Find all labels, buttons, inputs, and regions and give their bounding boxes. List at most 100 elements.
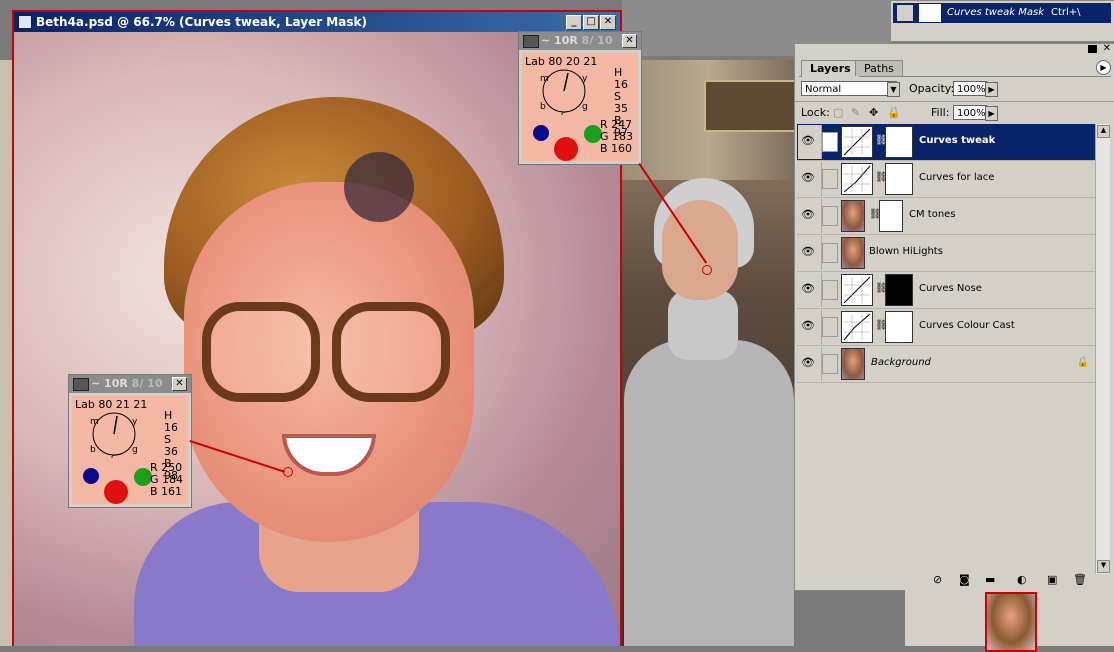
new-set-icon[interactable]: ▬ bbox=[985, 573, 995, 586]
chain-icon[interactable]: ⛓ bbox=[875, 283, 888, 297]
blend-mode-select[interactable]: Normal bbox=[801, 81, 897, 96]
dial-label-y: y bbox=[132, 417, 138, 427]
sampler-2-point[interactable] bbox=[283, 467, 293, 477]
chain-icon[interactable]: ⛓ bbox=[875, 172, 888, 186]
document-title: Beth4a.psd @ 66.7% (Curves tweak, Layer … bbox=[36, 15, 367, 29]
visibility-eye-icon[interactable]: 👁 bbox=[801, 320, 817, 331]
lock-move-icon[interactable]: ✥ bbox=[869, 106, 878, 119]
saturation-value: S 36 bbox=[164, 433, 178, 458]
layer-row-cm-tones[interactable]: 👁 ⛓ CM tones bbox=[797, 198, 1095, 235]
chevron-down-icon[interactable]: ▼ bbox=[887, 82, 900, 97]
sampler-title-bar[interactable]: ~ 10R 8/ 10 ✕ bbox=[69, 375, 191, 393]
lock-label: Lock: bbox=[801, 106, 830, 119]
layer-name: Curves tweak bbox=[919, 135, 996, 146]
trash-icon[interactable]: 🗑 bbox=[1073, 573, 1087, 586]
tab-layers[interactable]: Layers bbox=[801, 60, 860, 77]
red-swatch bbox=[104, 480, 128, 504]
fill-field[interactable]: 100% bbox=[953, 105, 987, 120]
lock-transparency-icon[interactable]: ▢ bbox=[833, 106, 843, 119]
visibility-eye-icon[interactable]: 👁 bbox=[801, 283, 817, 294]
dial-label-b: b bbox=[540, 102, 546, 112]
color-sampler-panel-2[interactable]: ~ 10R 8/ 10 ✕ Lab 80 21 21 m y b c g H 1… bbox=[68, 374, 192, 508]
layer-mask-thumbnail[interactable] bbox=[885, 311, 913, 343]
link-box[interactable] bbox=[822, 317, 838, 337]
layer-list[interactable]: 👁 ⛓ Curves tweak 👁 ⛓ Curves for lace 👁 ⛓ bbox=[797, 124, 1095, 572]
document-title-bar[interactable]: Beth4a.psd @ 66.7% (Curves tweak, Layer … bbox=[14, 12, 620, 32]
layers-panel-titlebar[interactable]: ✕ bbox=[795, 44, 1114, 56]
close-icon[interactable]: ✕ bbox=[622, 34, 637, 48]
sampler-title-bar[interactable]: ~ 10R 8/ 10 ✕ bbox=[519, 32, 641, 50]
layers-scrollbar[interactable]: ▲ ▼ bbox=[1095, 124, 1110, 574]
layer-mask-thumbnail[interactable] bbox=[885, 126, 913, 158]
layers-footer: ⊘ ◙ ▬ ◐ ▣ 🗑 bbox=[795, 572, 1114, 588]
navigator-panel[interactable] bbox=[905, 590, 1114, 652]
layer-row-curves-nose[interactable]: 👁 ⛓ Curves Nose bbox=[797, 272, 1095, 309]
visibility-eye-icon[interactable]: 👁 bbox=[801, 172, 817, 183]
layers-panel[interactable]: ✕ Layers Paths ▶ Normal ▼ Opacity: 100% … bbox=[794, 43, 1114, 591]
curves-thumbnail-icon bbox=[841, 126, 873, 158]
minimize-button[interactable]: _ bbox=[566, 15, 582, 30]
maximize-button[interactable]: □ bbox=[583, 15, 599, 30]
lock-icon: 🔒 bbox=[1076, 357, 1089, 368]
adjustment-layer-icon[interactable]: ◐ bbox=[1017, 573, 1027, 586]
layer-name: Curves Colour Cast bbox=[919, 320, 1015, 331]
layer-row-background[interactable]: 👁 Background 🔒 bbox=[797, 346, 1095, 383]
sampler-1-point[interactable] bbox=[702, 265, 712, 275]
link-box[interactable] bbox=[822, 243, 838, 263]
close-button[interactable]: ✕ bbox=[600, 15, 616, 30]
lock-paint-icon[interactable]: ✎ bbox=[851, 106, 860, 119]
photo-thumbnail bbox=[841, 200, 865, 232]
navigator-thumbnail[interactable] bbox=[985, 592, 1037, 652]
link-box[interactable] bbox=[822, 354, 838, 374]
visibility-eye-icon[interactable]: 👁 bbox=[801, 135, 817, 146]
opacity-field[interactable]: 100% bbox=[953, 81, 987, 96]
panel-menu-icon[interactable]: ▶ bbox=[1096, 60, 1111, 75]
visibility-eye-icon[interactable]: 👁 bbox=[801, 246, 817, 257]
mask-channel-name: Curves tweak Mask bbox=[947, 7, 1044, 18]
blue-swatch bbox=[533, 125, 549, 141]
layer-mask-thumbnail[interactable] bbox=[885, 163, 913, 195]
curves-thumbnail-icon bbox=[841, 311, 873, 343]
hue-dial: m y b c g bbox=[540, 69, 588, 115]
scroll-up-arrow[interactable]: ▲ bbox=[1097, 125, 1110, 138]
eyedropper-icon bbox=[73, 378, 89, 391]
layer-row-blown-hilights[interactable]: 👁 Blown HiLights bbox=[797, 235, 1095, 272]
layer-mask-thumbnail[interactable] bbox=[879, 200, 903, 232]
layer-mask-thumbnail[interactable] bbox=[885, 274, 913, 306]
link-box[interactable] bbox=[822, 206, 838, 226]
hue-value: H 16 bbox=[614, 66, 628, 91]
visibility-eye-icon[interactable]: 👁 bbox=[801, 209, 817, 220]
chain-icon[interactable]: ⛓ bbox=[875, 135, 888, 149]
visibility-eye-icon[interactable]: 👁 bbox=[801, 357, 817, 368]
color-sampler-panel-1[interactable]: ~ 10R 8/ 10 ✕ Lab 80 20 21 m y b c g H 1… bbox=[518, 31, 642, 165]
minimize-icon[interactable] bbox=[1088, 45, 1097, 53]
chevron-right-icon[interactable]: ▶ bbox=[985, 106, 998, 121]
dial-label-m: m bbox=[90, 417, 99, 427]
channels-panel-fragment[interactable]: Curves tweak Mask Ctrl+\ bbox=[890, 0, 1114, 42]
chain-icon[interactable]: ⛓ bbox=[875, 320, 888, 334]
reference-photo-window bbox=[622, 60, 798, 646]
layer-row-curves-colour-cast[interactable]: 👁 ⛓ Curves Colour Cast bbox=[797, 309, 1095, 346]
link-box[interactable] bbox=[822, 280, 838, 300]
link-box[interactable] bbox=[822, 169, 838, 189]
chain-icon[interactable]: ⛓ bbox=[869, 209, 882, 223]
dial-label-c: c bbox=[561, 110, 566, 115]
layer-style-icon[interactable]: ⊘ bbox=[933, 573, 942, 586]
layer-row-curves-tweak[interactable]: 👁 ⛓ Curves tweak bbox=[797, 124, 1095, 161]
lock-all-icon[interactable]: 🔒 bbox=[887, 106, 901, 119]
new-layer-icon[interactable]: ▣ bbox=[1047, 573, 1057, 586]
mask-channel-row[interactable]: Curves tweak Mask Ctrl+\ bbox=[893, 3, 1111, 23]
tab-paths[interactable]: Paths bbox=[855, 60, 903, 76]
red-swatch bbox=[554, 137, 578, 161]
layer-row-curves-for-lace[interactable]: 👁 ⛓ Curves for lace bbox=[797, 161, 1095, 198]
close-icon[interactable]: ✕ bbox=[172, 377, 187, 391]
brush-icon[interactable] bbox=[822, 132, 838, 152]
photo-thumbnail bbox=[841, 237, 865, 269]
dial-label-m: m bbox=[540, 74, 549, 84]
chevron-right-icon[interactable]: ▶ bbox=[985, 82, 998, 97]
layer-name: Curves for lace bbox=[919, 172, 995, 183]
dial-label-g: g bbox=[132, 445, 138, 455]
close-icon[interactable]: ✕ bbox=[1103, 44, 1111, 54]
curves-thumbnail-icon bbox=[841, 274, 873, 306]
add-mask-icon[interactable]: ◙ bbox=[959, 573, 970, 586]
